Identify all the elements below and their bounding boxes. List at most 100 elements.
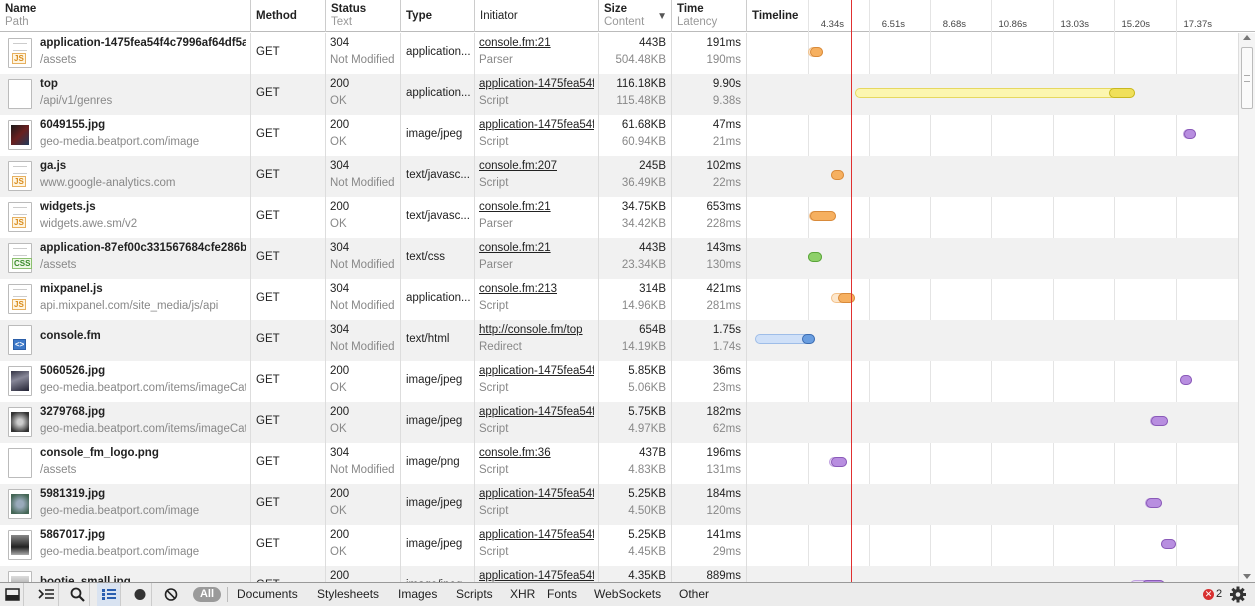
initiator-link[interactable]: application-1475fea54f4 xyxy=(479,529,594,541)
header-time[interactable]: Time Latency xyxy=(672,0,747,32)
table-row[interactable]: 3279768.jpg geo-media.beatport.com/items/… xyxy=(0,402,1238,443)
header-method[interactable]: Method xyxy=(251,0,326,32)
request-name[interactable]: ga.js xyxy=(40,160,246,172)
name-cell[interactable]: CSS application-87ef00c331567684cfe286b0 /… xyxy=(0,238,251,279)
request-name[interactable]: 5060526.jpg xyxy=(40,365,246,377)
request-name[interactable]: console_fm_logo.png xyxy=(40,447,246,459)
request-name[interactable]: 6049155.jpg xyxy=(40,119,246,131)
timeline-bar[interactable] xyxy=(808,47,823,57)
name-cell[interactable]: console_fm_logo.png/assets xyxy=(0,443,251,484)
timeline-bar[interactable] xyxy=(829,457,847,467)
request-name[interactable]: application-87ef00c331567684cfe286b0 xyxy=(40,242,246,254)
timeline-bar[interactable] xyxy=(1161,539,1176,549)
initiator-link[interactable]: console.fm:21 xyxy=(479,242,594,254)
request-name[interactable]: 3279768.jpg xyxy=(40,406,246,418)
table-row[interactable]: JS mixpanel.js api.mixpanel.com/site_media… xyxy=(0,279,1238,320)
filter-stylesheets[interactable]: Stylesheets xyxy=(317,587,379,606)
table-row[interactable]: top/api/v1/genres GET 200 OK application... a… xyxy=(0,74,1238,115)
image-thumbnail-icon xyxy=(8,407,32,437)
filter-websockets[interactable]: WebSockets xyxy=(594,587,661,606)
initiator-link[interactable]: console.fm:36 xyxy=(479,447,594,459)
scroll-down-arrow-icon[interactable] xyxy=(1243,574,1251,579)
name-cell[interactable]: <> console.fm xyxy=(0,320,251,361)
transfer-size: 443B xyxy=(639,242,666,254)
request-name[interactable]: console.fm xyxy=(40,330,246,342)
timeline-bar[interactable] xyxy=(808,252,822,262)
filter-documents[interactable]: Documents xyxy=(237,587,298,606)
console-toggle-button[interactable] xyxy=(35,583,59,606)
name-cell[interactable]: JS application-1475fea54f4c7996af64df5ac /… xyxy=(0,33,251,74)
initiator-link[interactable]: console.fm:213 xyxy=(479,283,594,295)
scrollbar-thumb[interactable] xyxy=(1241,47,1253,109)
request-name[interactable]: top xyxy=(40,78,246,90)
timeline-bar[interactable] xyxy=(831,170,844,180)
name-cell[interactable]: 6049155.jpg geo-media.beatport.com/image xyxy=(0,115,251,156)
timeline-bar[interactable] xyxy=(1150,416,1168,426)
timeline-bar[interactable] xyxy=(855,88,1135,98)
scroll-up-arrow-icon[interactable] xyxy=(1243,35,1251,40)
table-row[interactable]: console_fm_logo.png/assets GET 304 Not Modi… xyxy=(0,443,1238,484)
name-cell[interactable]: JS widgets.js widgets.awe.sm/v2 xyxy=(0,197,251,238)
table-row[interactable]: 5981319.jpg geo-media.beatport.com/image G… xyxy=(0,484,1238,525)
header-status[interactable]: Status Text xyxy=(326,0,401,32)
initiator-link[interactable]: application-1475fea54f4 xyxy=(479,406,594,418)
initiator-link[interactable]: application-1475fea54f4 xyxy=(479,570,594,582)
table-row[interactable]: 5060526.jpg geo-media.beatport.com/items/… xyxy=(0,361,1238,402)
header-type[interactable]: Type xyxy=(401,0,475,32)
header-initiator[interactable]: Initiator xyxy=(475,0,599,32)
record-button[interactable] xyxy=(128,583,152,606)
request-name[interactable]: application-1475fea54f4c7996af64df5ac xyxy=(40,37,246,49)
filter-scripts[interactable]: Scripts xyxy=(456,587,493,606)
request-name[interactable]: 5981319.jpg xyxy=(40,488,246,500)
name-cell[interactable]: JS ga.js www.google-analytics.com xyxy=(0,156,251,197)
timeline-bar[interactable] xyxy=(809,211,836,221)
name-cell[interactable]: JS mixpanel.js api.mixpanel.com/site_media… xyxy=(0,279,251,320)
timeline-bar[interactable] xyxy=(1180,375,1192,385)
initiator-link[interactable]: application-1475fea54f4 xyxy=(479,488,594,500)
table-row[interactable]: 5867017.jpg geo-media.beatport.com/image G… xyxy=(0,525,1238,566)
table-row[interactable]: <> console.fm GET 304 Not Modified text/html h… xyxy=(0,320,1238,361)
large-rows-toggle-button[interactable] xyxy=(97,583,121,606)
table-row[interactable]: bootie_small.jpgGET 200 image/jpeg applicat… xyxy=(0,566,1238,582)
name-cell[interactable]: bootie_small.jpg xyxy=(0,566,251,582)
name-cell[interactable]: 5981319.jpg geo-media.beatport.com/image xyxy=(0,484,251,525)
filter-fonts[interactable]: Fonts xyxy=(547,587,577,606)
initiator-link[interactable]: application-1475fea54f4 xyxy=(479,78,594,90)
filter-all-button[interactable]: All xyxy=(193,587,221,602)
error-icon[interactable]: ✕ xyxy=(1203,589,1214,600)
table-row[interactable]: CSS application-87ef00c331567684cfe286b0 /… xyxy=(0,238,1238,279)
header-size[interactable]: Size Content ▼ xyxy=(599,0,672,32)
error-count[interactable]: 2 xyxy=(1216,588,1222,600)
request-name[interactable]: 5867017.jpg xyxy=(40,529,246,541)
request-name[interactable]: widgets.js xyxy=(40,201,246,213)
initiator-link[interactable]: application-1475fea54f4 xyxy=(479,119,594,131)
latency: 21ms xyxy=(712,136,741,148)
vertical-scrollbar[interactable] xyxy=(1238,33,1255,582)
filter-xhr[interactable]: XHR xyxy=(510,587,535,606)
table-row[interactable]: JS ga.js www.google-analytics.com GET 304 Not… xyxy=(0,156,1238,197)
initiator-link[interactable]: console.fm:207 xyxy=(479,160,594,172)
initiator-link[interactable]: console.fm:21 xyxy=(479,201,594,213)
timeline-bar[interactable] xyxy=(1183,129,1196,139)
table-row[interactable]: JS application-1475fea54f4c7996af64df5ac /… xyxy=(0,33,1238,74)
timeline-bar[interactable] xyxy=(755,334,815,344)
request-name[interactable]: mixpanel.js xyxy=(40,283,246,295)
settings-button[interactable] xyxy=(1228,583,1250,606)
name-cell[interactable]: 5060526.jpg geo-media.beatport.com/items/… xyxy=(0,361,251,402)
filter-images[interactable]: Images xyxy=(398,587,437,606)
table-row[interactable]: JS widgets.js widgets.awe.sm/v2 GET 200 OK tex… xyxy=(0,197,1238,238)
name-cell[interactable]: 3279768.jpg geo-media.beatport.com/items/… xyxy=(0,402,251,443)
initiator-link[interactable]: console.fm:21 xyxy=(479,37,594,49)
dock-toggle-button[interactable] xyxy=(0,583,24,606)
clear-button[interactable] xyxy=(159,583,183,606)
search-button[interactable] xyxy=(66,583,90,606)
timeline-bar[interactable] xyxy=(1145,498,1162,508)
total-time: 191ms xyxy=(706,37,741,49)
initiator-link[interactable]: application-1475fea54f4 xyxy=(479,365,594,377)
header-name[interactable]: Name Path xyxy=(0,0,251,32)
name-cell[interactable]: top/api/v1/genres xyxy=(0,74,251,115)
name-cell[interactable]: 5867017.jpg geo-media.beatport.com/image xyxy=(0,525,251,566)
filter-other[interactable]: Other xyxy=(679,587,709,606)
initiator-link[interactable]: http://console.fm/top xyxy=(479,324,594,336)
table-row[interactable]: 6049155.jpg geo-media.beatport.com/image G… xyxy=(0,115,1238,156)
